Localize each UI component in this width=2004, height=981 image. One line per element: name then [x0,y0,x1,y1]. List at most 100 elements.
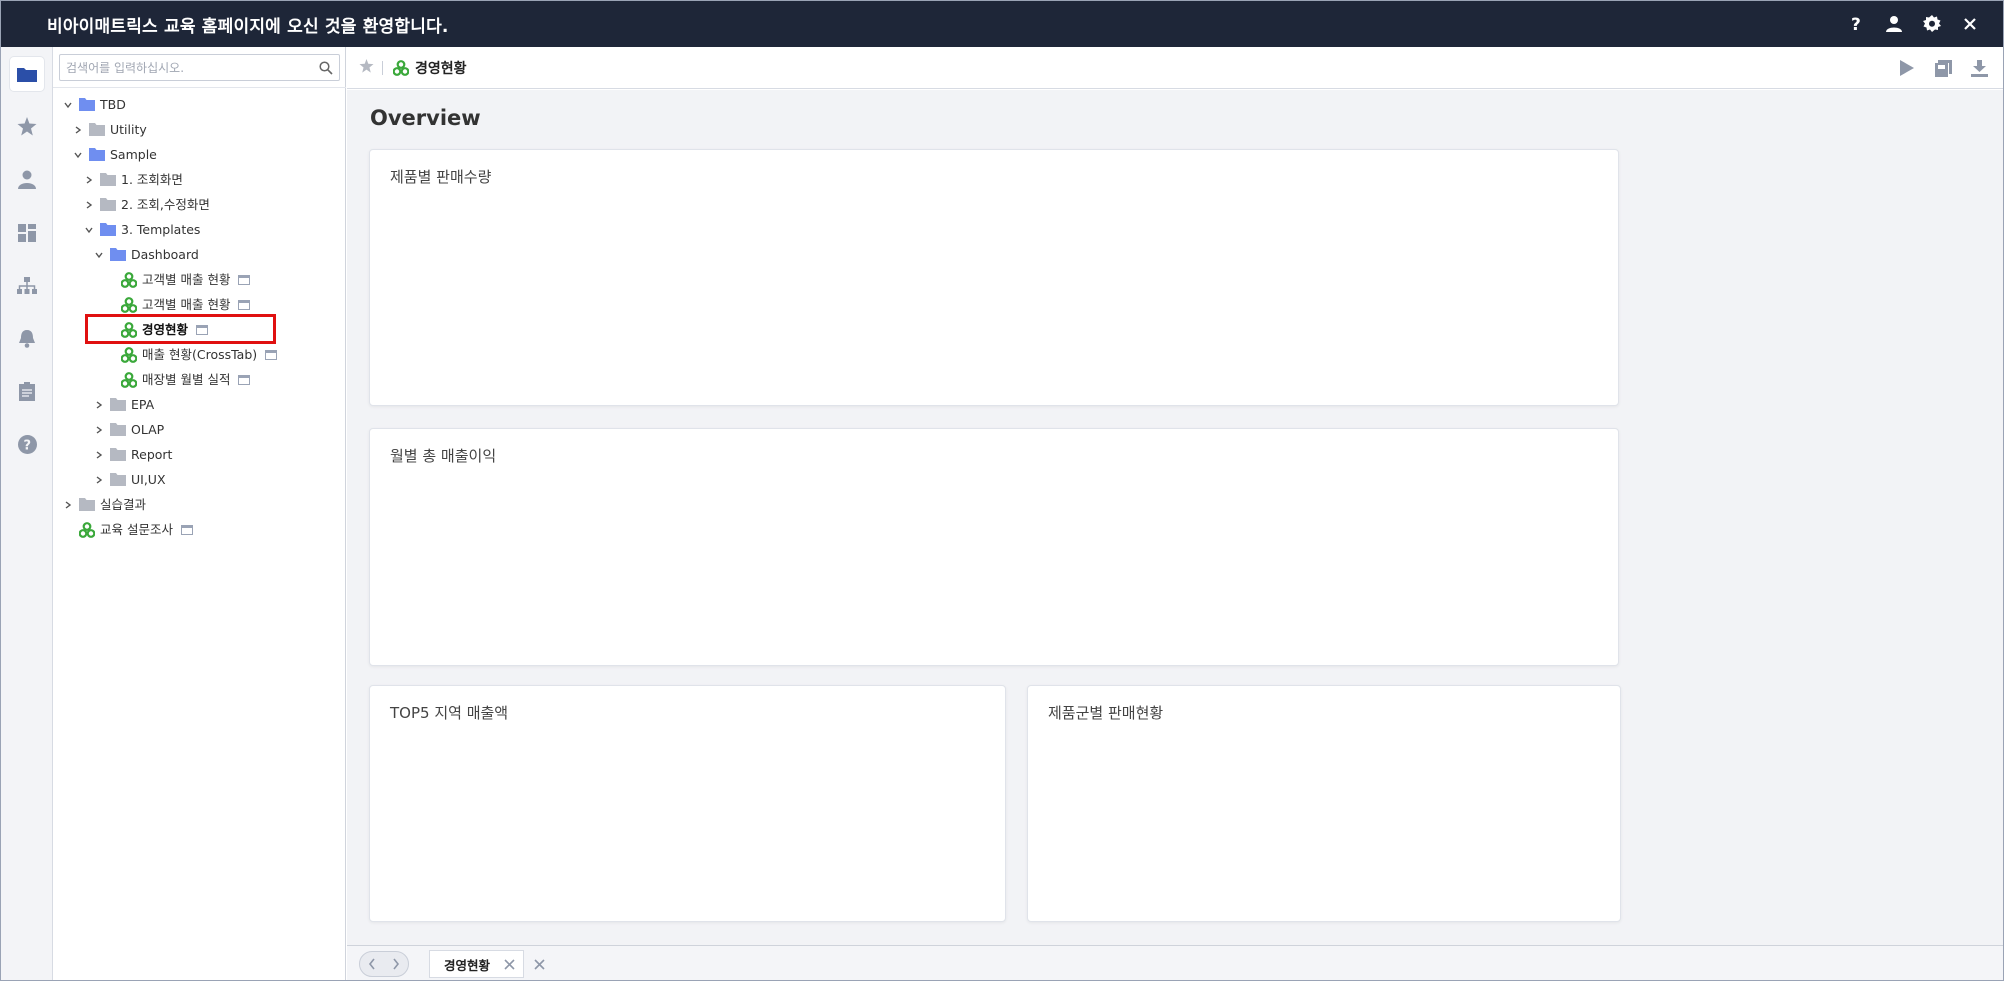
tab-nav [359,951,409,977]
chevron-right-icon[interactable] [71,123,85,137]
dashboard-report-icon [79,521,95,538]
tree-item-sample[interactable]: Sample [53,142,346,167]
chevron-right-icon[interactable] [82,173,96,187]
tab-label: 경영현황 [444,957,491,973]
search-icon[interactable] [319,60,333,79]
chevron-down-icon[interactable] [61,98,75,112]
folder-icon [110,423,126,436]
tree-item-uiux[interactable]: UI,UX [53,467,346,492]
chevron-right-icon[interactable] [92,423,106,437]
bell-icon [19,330,35,348]
chevron-left-icon[interactable] [368,955,376,974]
close-all-tabs-icon[interactable] [534,958,545,970]
tree-item-report[interactable]: 매장별 월별 실적 [53,367,346,392]
window-icon[interactable] [238,299,251,310]
tree-item-label: OLAP [131,422,165,437]
separator [382,60,383,75]
folder-icon [110,398,126,411]
overview-heading: Overview [370,106,481,130]
window-icon[interactable] [238,274,251,285]
main-header: 경영현황 [347,47,2003,89]
tree-item-label: 고객별 매출 현황 [142,272,231,287]
download-button[interactable] [1961,47,1997,89]
chevron-right-icon[interactable] [92,473,106,487]
tree-item-query-screen[interactable]: 1. 조회화면 [53,167,346,192]
save-button[interactable] [1925,47,1961,89]
gear-icon[interactable] [1913,1,1951,47]
folder-icon [100,173,116,186]
card-top5-region-sales[interactable]: TOP5 지역 매출액 [369,685,1006,922]
chevron-right-icon[interactable] [61,498,75,512]
tree-item-survey[interactable]: 교육 설문조사 [53,517,346,542]
header-actions [1889,47,1997,89]
tree-item-label: Sample [110,147,157,162]
chevron-right-icon[interactable] [392,955,400,974]
chevron-down-icon[interactable] [71,148,85,162]
run-button[interactable] [1889,47,1925,89]
help-icon[interactable]: ? [1837,1,1875,47]
chevron-right-icon[interactable] [82,198,96,212]
rail-favorites[interactable] [1,100,53,153]
folder-open-icon [100,223,116,236]
left-rail: ? [1,47,53,980]
user-icon[interactable] [1875,1,1913,47]
star-icon [17,117,37,136]
tree-item-label: 매출 현황(CrossTab) [142,347,258,362]
tree-item-report-folder[interactable]: Report [53,442,346,467]
folder-icon [89,123,105,136]
tree-item-label: Report [131,447,173,462]
window-icon[interactable] [238,374,251,385]
rail-alarm[interactable] [1,312,53,365]
tree-item-utility[interactable]: Utility [53,117,346,142]
rail-org[interactable] [1,259,53,312]
card-title: 제품별 판매수량 [390,168,492,186]
rail-dashboard[interactable] [1,206,53,259]
tree-item-label: EPA [131,397,155,412]
save-icon [1934,59,1952,77]
search-input[interactable] [60,55,300,80]
tree-item-label: 2. 조회,수정화면 [121,197,210,212]
close-icon[interactable] [1951,1,1989,47]
tree-item-practice-results[interactable]: 실습결과 [53,492,346,517]
selection-highlight-box [85,314,276,344]
favorite-star-icon[interactable] [359,58,374,77]
tree-item-olap[interactable]: OLAP [53,417,346,442]
folder-icon [100,198,116,211]
tree-item-report[interactable]: 고객별 매출 현황 [53,267,346,292]
title-actions: ? [1837,1,1989,47]
rail-board[interactable] [1,365,53,418]
chevron-right-icon[interactable] [92,448,106,462]
tree-item-label: 교육 설문조사 [100,522,173,537]
tree-item-tbd[interactable]: TBD [53,92,346,117]
hierarchy-icon [17,276,37,294]
rail-folder[interactable] [1,47,53,100]
tab-close-icon[interactable] [504,955,515,974]
card-product-group-sales[interactable]: 제품군별 판매현황 [1027,685,1621,922]
window-icon[interactable] [265,349,278,360]
dashboard-report-icon [121,371,137,388]
window-icon[interactable] [180,524,193,535]
folder-icon [110,473,126,486]
tree-item-dashboard[interactable]: Dashboard [53,242,346,267]
chevron-down-icon[interactable] [92,248,106,262]
tab-active[interactable]: 경영현황 [429,950,525,978]
rail-help[interactable]: ? [1,418,53,471]
card-product-sales-qty[interactable]: 제품별 판매수량 [369,149,1619,406]
folder-icon [79,498,95,511]
chevron-right-icon[interactable] [92,398,106,412]
card-monthly-profit[interactable]: 월별 총 매출이익 [369,428,1619,666]
play-icon [1900,60,1914,76]
download-icon [1970,59,1988,77]
tree-item-report[interactable]: 매출 현황(CrossTab) [53,342,346,367]
clipboard-icon [19,382,35,401]
tree-item-epa[interactable]: EPA [53,392,346,417]
chevron-down-icon[interactable] [82,223,96,237]
tree-item-templates[interactable]: 3. Templates [53,217,346,242]
tree-item-edit-screen[interactable]: 2. 조회,수정화면 [53,192,346,217]
app-window: 비아이매트릭스 교육 홈페이지에 오신 것을 환영합니다. ? ? 검색어를 입… [0,0,2004,981]
rail-user[interactable] [1,153,53,206]
card-title: 제품군별 판매현황 [1048,704,1164,722]
tree-item-label: 3. Templates [121,222,201,237]
question-circle-icon: ? [17,435,37,454]
folder-icon [17,67,37,82]
